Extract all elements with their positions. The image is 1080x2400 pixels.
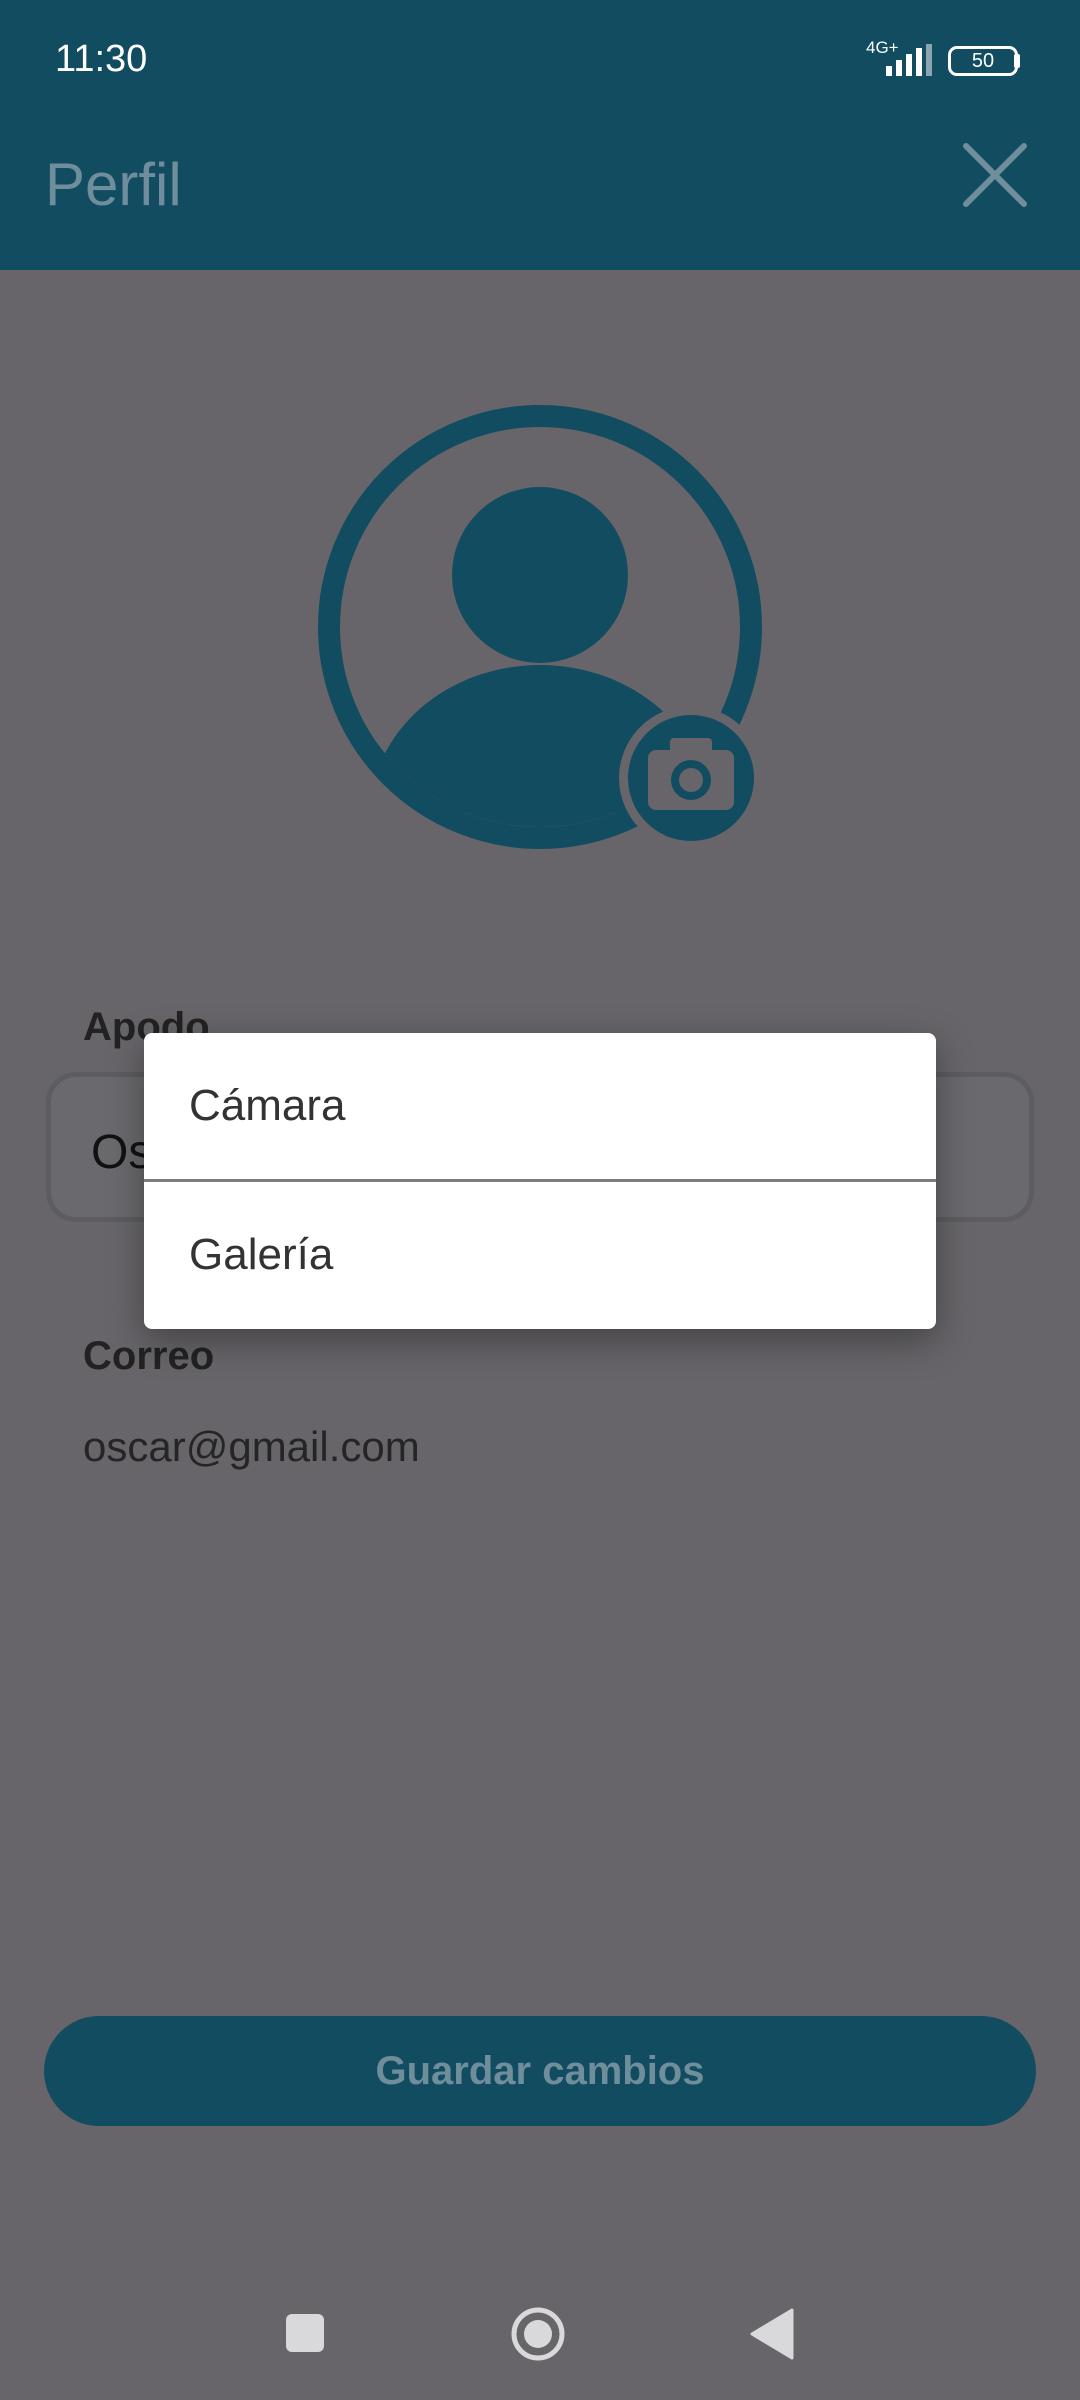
dialog-option-label: Galería [189,1230,334,1279]
dialog-option-label: Cámara [189,1081,346,1130]
profile-avatar[interactable] [318,405,762,849]
email-value: oscar@gmail.com [83,1423,420,1470]
email-label: Correo [83,1334,215,1378]
image-source-dialog: Cámara Galería [144,1033,936,1329]
status-bar: 11:30 4G+ 50 [0,0,1080,120]
home-icon[interactable] [510,2306,566,2362]
save-changes-button[interactable]: Guardar cambios [44,2016,1036,2126]
dialog-option-gallery[interactable]: Galería [144,1182,936,1329]
battery-icon: 50 [948,46,1018,76]
status-time: 11:30 [55,38,148,80]
camera-icon [619,706,762,849]
battery-tip [1014,54,1020,68]
back-icon[interactable] [748,2308,794,2360]
app-header: Perfil [0,120,1080,270]
close-icon[interactable] [960,140,1030,210]
signal-icon [886,44,932,76]
dialog-option-camera[interactable]: Cámara [144,1033,936,1180]
battery-level: 50 [971,50,995,72]
recent-apps-icon[interactable] [286,2314,324,2352]
page-title: Perfil [45,151,182,218]
